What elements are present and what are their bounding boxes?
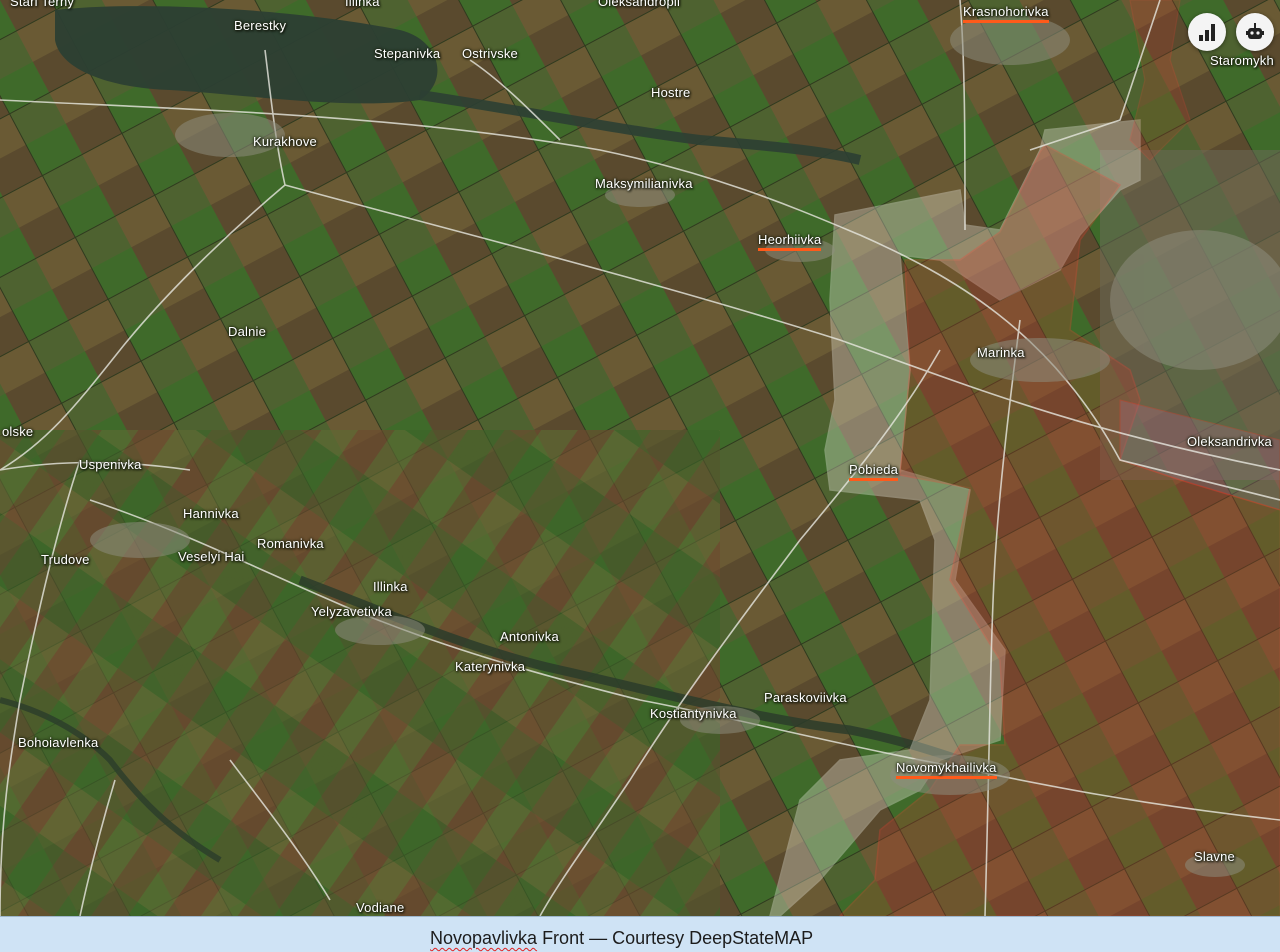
place-label-berestky: Berestky (234, 18, 287, 33)
place-label-trudove: Trudove (41, 552, 90, 567)
place-label-illinka-top: Illinka (345, 0, 380, 9)
map-canvas (0, 0, 1280, 916)
place-label-bohoiavlenka: Bohoiavlenka (18, 735, 99, 750)
place-label-veselyi-hai: Veselyi Hai (178, 549, 245, 564)
caption-text: Novopavlivka Front — Courtesy DeepStateM… (430, 928, 813, 949)
place-label-olske: olske (2, 424, 34, 439)
caption-front-name: Novopavlivka (430, 928, 538, 948)
place-label-kostiantynivka: Kostiantynivka (650, 706, 737, 721)
place-label-romanivka: Romanivka (257, 536, 324, 551)
satellite-map[interactable]: Stari Terny Illinka Oleksandropil Krasno… (0, 0, 1280, 916)
place-label-hostre: Hostre (651, 85, 691, 100)
place-label-krasnohorivka: Krasnohorivka (963, 4, 1049, 23)
place-label-dalnie: Dalnie (228, 324, 267, 339)
place-label-stepanivka: Stepanivka (374, 46, 441, 61)
place-label-kurakhove: Kurakhove (253, 134, 317, 149)
robot-icon (1246, 23, 1264, 39)
place-label-oleksandropil: Oleksandropil (598, 0, 681, 9)
image-caption: Novopavlivka Front — Courtesy DeepStateM… (0, 916, 1280, 952)
place-label-illinka: Illinka (373, 579, 408, 594)
place-label-paraskoviivka: Paraskoviivka (764, 690, 847, 705)
place-label-marinka: Marinka (977, 345, 1025, 360)
place-label-novomykhailivka: Novomykhailivka (896, 760, 997, 779)
place-label-slavne: Slavne (1194, 849, 1235, 864)
caption-credit: Front — Courtesy DeepStateMAP (537, 928, 814, 948)
place-label-staromykhailivka: Staromykh (1210, 53, 1274, 68)
place-label-oleksandrivka: Oleksandrivka (1187, 434, 1272, 449)
place-label-katerynivka: Katerynivka (455, 659, 526, 674)
bar-chart-icon (1199, 24, 1215, 41)
place-label-ostrivske: Ostrivske (462, 46, 518, 61)
place-label-vodiane: Vodiane (356, 900, 404, 916)
place-label-antonivka: Antonivka (500, 629, 559, 644)
bot-button[interactable] (1236, 13, 1274, 51)
place-label-hannivka: Hannivka (183, 506, 239, 521)
place-label-yelyzavetivka: Yelyzavetivka (311, 604, 392, 619)
place-label-uspenivka: Uspenivka (79, 457, 142, 472)
place-label-stari-terny: Stari Terny (10, 0, 75, 9)
stats-button[interactable] (1188, 13, 1226, 51)
place-label-heorhiivka: Heorhiivka (758, 232, 822, 251)
place-label-maksymilianivka: Maksymilianivka (595, 176, 693, 191)
place-label-pobieda: Pobieda (849, 462, 899, 481)
